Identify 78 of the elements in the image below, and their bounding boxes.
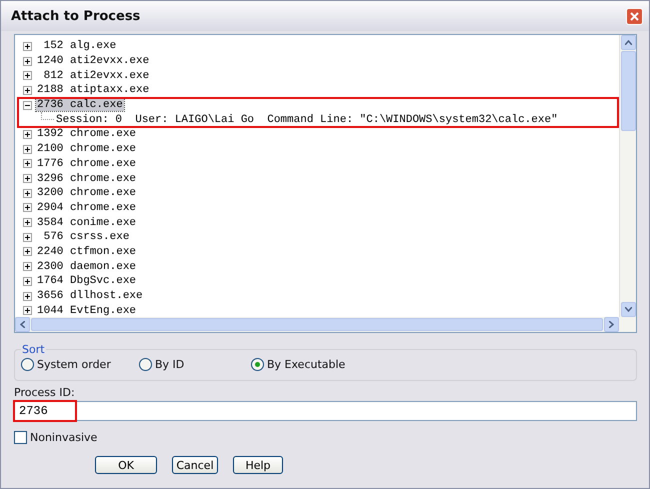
expand-toggle[interactable] — [23, 159, 32, 168]
dialog-button[interactable]: Cancel — [172, 456, 218, 474]
expand-toggle[interactable] — [23, 247, 32, 256]
plus-icon — [24, 278, 31, 285]
expand-toggle[interactable] — [23, 306, 32, 316]
plus-icon — [24, 204, 31, 212]
plus-icon — [24, 234, 31, 241]
plus-icon — [24, 292, 31, 300]
process-id-field[interactable]: 2736 — [14, 401, 637, 421]
process-item[interactable]: 152 alg.exe — [36, 40, 118, 52]
process-item[interactable]: 2904 chrome.exe — [36, 202, 138, 214]
option-label: System order — [37, 358, 111, 371]
process-item[interactable]: 3584 conime.exe — [36, 216, 138, 229]
process-item[interactable]: 3200 chrome.exe — [36, 187, 138, 200]
vertical-scrollbar[interactable] — [619, 35, 636, 317]
option-label: By ID — [155, 358, 184, 371]
expand-toggle[interactable] — [23, 144, 32, 154]
plus-icon — [24, 248, 31, 256]
sort-option[interactable]: By ID — [139, 358, 251, 371]
field-label: Process ID: — [14, 386, 76, 399]
plus-icon — [24, 160, 31, 168]
expand-toggle[interactable] — [23, 130, 32, 139]
plus-icon — [24, 146, 31, 153]
collapse-toggle[interactable] — [23, 100, 32, 110]
expand-toggle[interactable] — [23, 292, 32, 301]
expand-toggle[interactable] — [23, 262, 32, 272]
expand-toggle[interactable] — [23, 174, 32, 184]
checkbox-label: Noninvasive — [30, 431, 98, 444]
horizontal-scrollbar[interactable] — [15, 317, 636, 332]
expand-toggle[interactable] — [23, 188, 32, 198]
process-item[interactable]: 2188 atiptaxx.exe — [36, 84, 150, 96]
plus-icon — [24, 175, 31, 182]
expand-toggle[interactable] — [23, 71, 32, 80]
process-item[interactable]: 2736 calc.exe — [36, 99, 124, 112]
expand-toggle[interactable] — [23, 218, 32, 228]
scrollbar-thumb[interactable] — [31, 318, 603, 331]
radio-button[interactable] — [21, 358, 34, 371]
close-button[interactable] — [626, 8, 643, 24]
group-title: Sort — [21, 343, 46, 356]
close-icon — [630, 12, 639, 20]
sort-option[interactable]: System order — [21, 358, 139, 371]
plus-icon — [24, 263, 31, 270]
expand-toggle[interactable] — [23, 232, 32, 242]
radio-button[interactable] — [139, 358, 152, 371]
option-label: By Executable — [267, 358, 346, 371]
process-item[interactable]: 1392 chrome.exe — [36, 128, 138, 140]
window-title: Attach to Process — [11, 8, 140, 24]
plus-icon — [24, 307, 31, 314]
dialog-button[interactable]: Help — [233, 456, 283, 474]
scrollbar-thumb[interactable] — [620, 51, 636, 131]
expand-toggle[interactable] — [23, 86, 32, 95]
radio-button[interactable] — [251, 358, 264, 371]
plus-icon — [24, 72, 31, 80]
process-details: Session: 0 User: LAIGO\Lai Go Command Line: "C:\WINDOWS\system32\calc.exe" — [56, 114, 558, 126]
expand-toggle[interactable] — [23, 276, 32, 286]
process-item[interactable]: 3656 dllhost.exe — [36, 290, 144, 302]
process-item[interactable]: 1240 ati2evxx.exe — [36, 55, 150, 68]
plus-icon — [24, 42, 31, 50]
sort-option[interactable]: By Executable — [251, 358, 636, 371]
plus-icon — [24, 190, 31, 197]
process-item[interactable]: 1764 DbgSvc.exe — [36, 275, 138, 288]
process-item[interactable]: 1776 chrome.exe — [36, 158, 138, 170]
plus-icon — [24, 219, 31, 226]
process-item[interactable]: 3296 chrome.exe — [36, 172, 138, 185]
process-item[interactable]: 576 csrss.exe — [36, 231, 130, 244]
plus-icon — [24, 130, 31, 138]
checkbox[interactable] — [14, 431, 27, 444]
plus-icon — [24, 58, 31, 65]
process-item[interactable]: 2240 ctfmon.exe — [36, 246, 138, 258]
process-item[interactable]: 2300 daemon.exe — [36, 260, 138, 273]
expand-toggle[interactable] — [23, 42, 32, 51]
expand-toggle[interactable] — [23, 56, 32, 66]
process-item[interactable]: 2100 chrome.exe — [36, 143, 138, 156]
process-item[interactable]: 812 ati2evxx.exe — [36, 70, 150, 82]
dialog-button[interactable]: OK — [95, 456, 157, 474]
plus-icon — [24, 86, 31, 94]
process-item[interactable]: 1044 EvtEng.exe — [36, 304, 138, 317]
expand-toggle[interactable] — [23, 203, 32, 212]
